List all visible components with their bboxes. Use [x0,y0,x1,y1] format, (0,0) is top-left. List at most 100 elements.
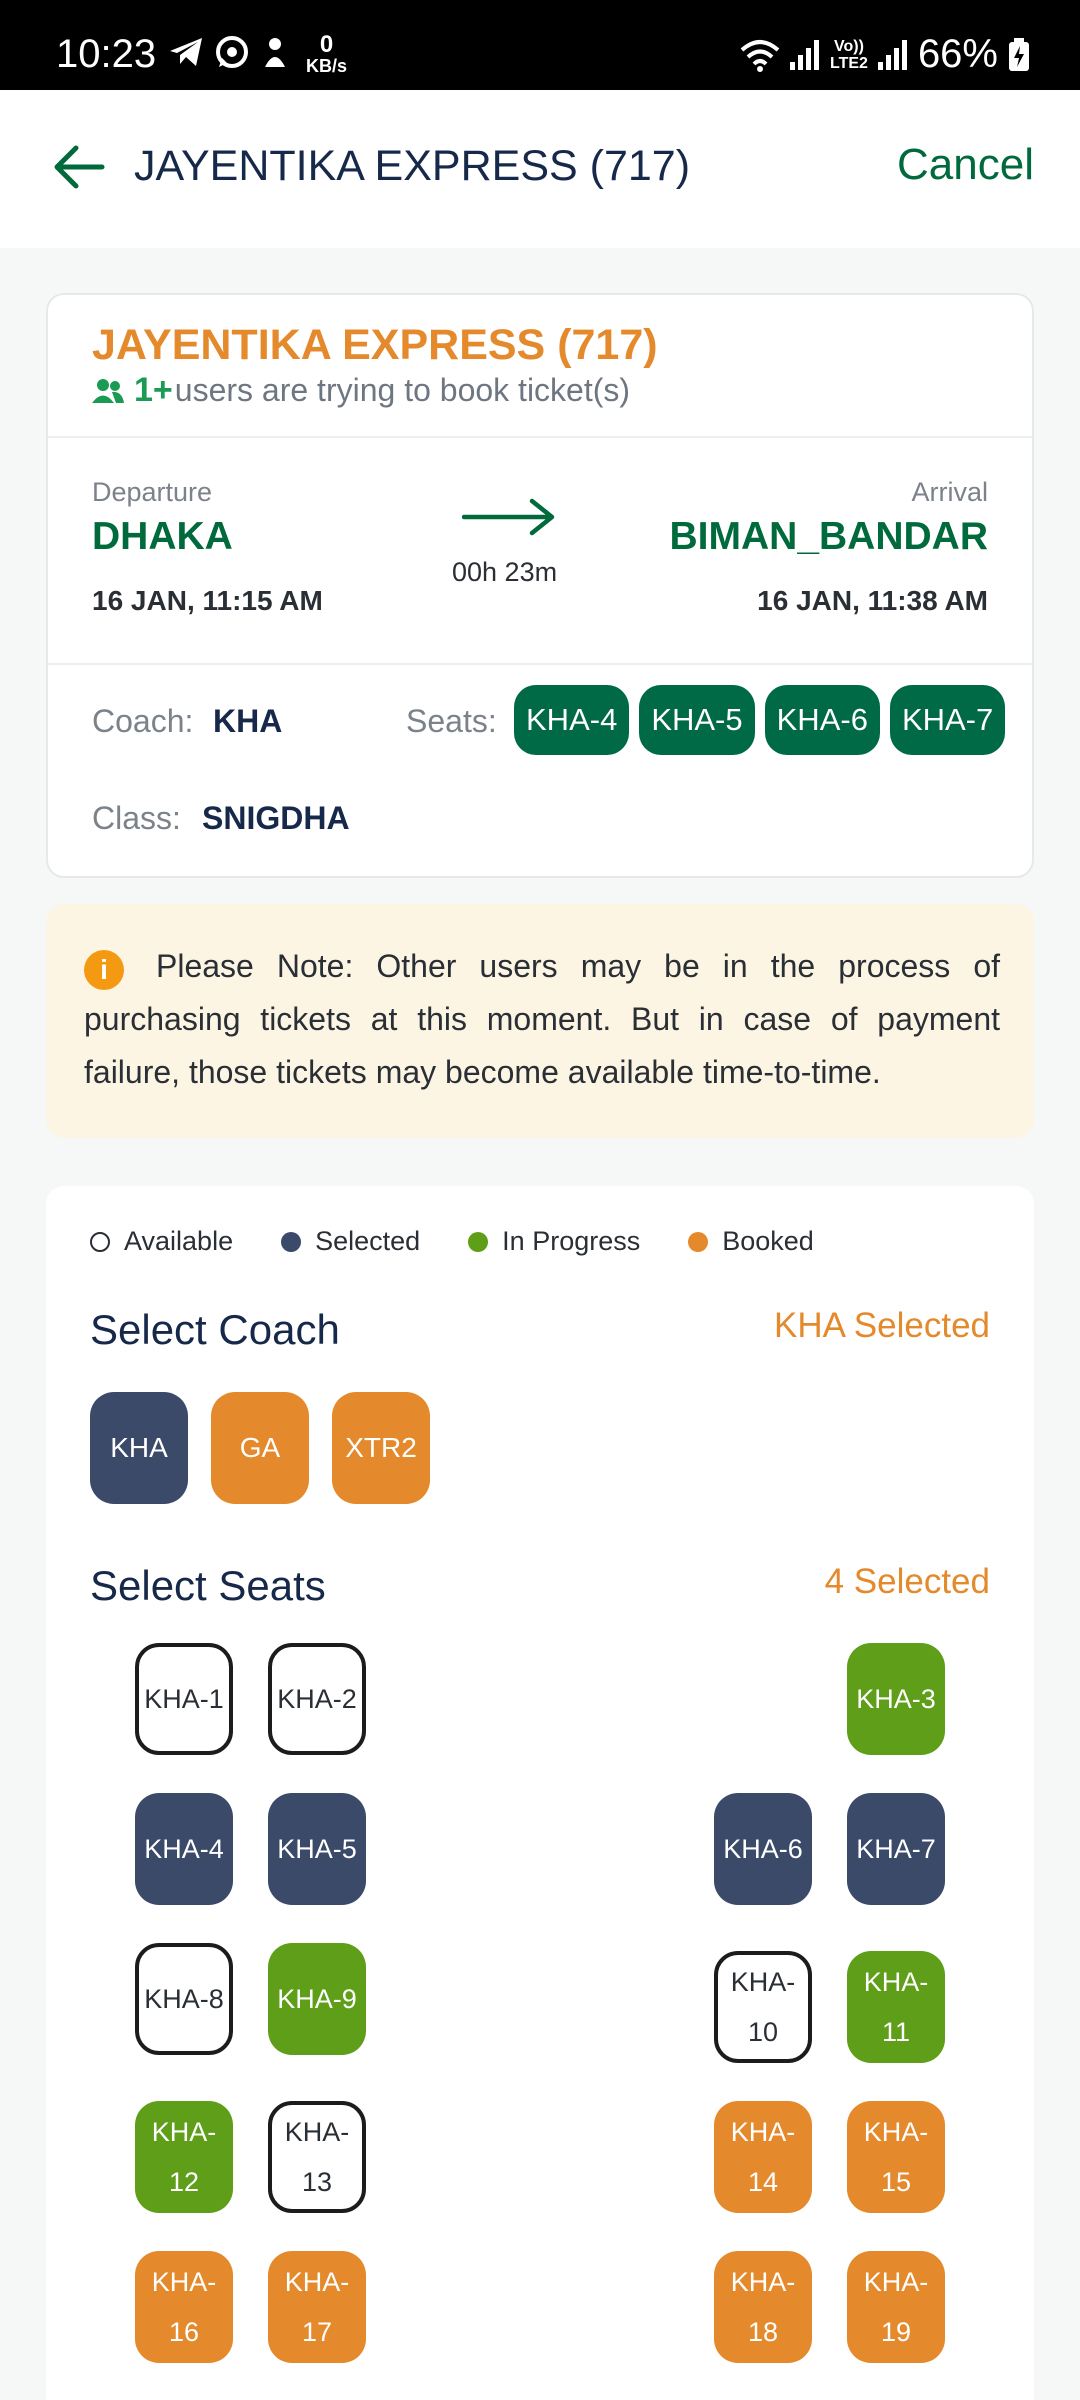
telegram-icon [170,38,202,66]
status-time: 10:23 [56,32,157,76]
seat-kha-1[interactable]: KHA-1 [135,1643,233,1755]
seat-kha-7[interactable]: KHA-7 [847,1793,945,1905]
seat-legend: Available Selected In Progress Booked [90,1226,862,1257]
trip-summary-card: JAYENTIKA EXPRESS (717) 1+ users are try… [46,293,1034,878]
divider [48,663,1032,665]
arrival-station: BIMAN_BANDAR [669,515,989,558]
trip-duration: 00h 23m [452,557,558,587]
legend-available: Available [90,1226,233,1257]
seat-kha-18[interactable]: KHA- 18 [714,2251,812,2363]
train-name: JAYENTIKA EXPRESS (717) [92,321,658,369]
coach-button-kha[interactable]: KHA [90,1392,188,1504]
legend-booked: Booked [688,1226,814,1257]
seat-kha-19[interactable]: KHA- 19 [847,2251,945,2363]
seats-label: Seats: [406,703,497,739]
page-title: JAYENTIKA EXPRESS (717) [134,142,691,190]
departure-time: 16 JAN, 11:15 AM [92,585,323,616]
note-text: Please Note: Other users may be in the p… [84,948,1000,1090]
seat-chip: KHA-5 [639,685,755,755]
seat-kha-16-label: KHA- 16 [151,2267,217,2347]
right-arrow-icon [462,498,555,536]
cancel-button[interactable]: Cancel [897,140,1034,190]
users-text: users are trying to book ticket(s) [174,372,631,408]
seat-kha-18-label: KHA- 18 [730,2267,796,2347]
seat-kha-11-label: KHA- 11 [863,1967,929,2047]
seat-chip: KHA-6 [764,685,880,755]
legend-in-progress-label: In Progress [502,1226,641,1256]
seat-kha-19-label: KHA- 19 [863,2267,929,2347]
seat-kha-15[interactable]: KHA- 15 [847,2101,945,2213]
legend-in-progress: In Progress [468,1226,640,1257]
seat-kha-3[interactable]: KHA-3 [847,1643,945,1755]
signal-icon [790,39,819,70]
seat-chip: KHA-7 [889,685,1006,755]
legend-selected: Selected [281,1226,420,1257]
lte-bottom: LTE2 [830,54,868,72]
users-booking-info: 1+ users are trying to book ticket(s) [92,371,630,410]
network-speed: 0 KB/s [306,31,348,77]
status-system-icons: Vo)) LTE2 66% [740,32,1030,77]
seat-kha-8[interactable]: KHA-8 [135,1943,233,2055]
departure-label: Departure [92,477,213,507]
app-bar: JAYENTIKA EXPRESS (717) Cancel [0,90,1080,248]
status-notification-icons [168,34,290,70]
seat-kha-12-label: KHA- 12 [151,2117,217,2197]
legend-available-label: Available [124,1226,234,1256]
selected-dot-icon [281,1231,302,1252]
seats-selected-status: 4 Selected [824,1562,990,1601]
coach-selected-status: KHA Selected [774,1306,990,1345]
coach-value: KHA [213,703,283,739]
booked-dot-icon [688,1231,709,1252]
available-dot-icon [90,1231,110,1252]
seat-chip: KHA-4 [514,685,630,755]
seat-kha-10[interactable]: KHA- 10 [714,1951,812,2063]
users-count: 1+ [134,371,173,409]
users-icon [92,378,124,403]
select-seats-title: Select Seats [90,1562,326,1609]
seat-kha-11[interactable]: KHA- 11 [847,1951,945,2063]
seat-kha-13-label: KHA- 13 [284,2117,350,2197]
coach-button-xtr2[interactable]: XTR2 [332,1392,430,1504]
seat-kha-15-label: KHA- 15 [863,2117,929,2197]
seat-kha-17-label: KHA- 17 [284,2267,350,2347]
seat-kha-13[interactable]: KHA- 13 [268,2101,366,2213]
selected-seat-chips: KHA-4 KHA-5 KHA-6 KHA-7 [514,685,1006,755]
lte-top: Vo)) [834,37,864,55]
seat-kha-14[interactable]: KHA- 14 [714,2101,812,2213]
seat-kha-2[interactable]: KHA-2 [268,1643,366,1755]
seat-kha-9[interactable]: KHA-9 [268,1943,366,2055]
wifi-icon [740,39,780,72]
in-progress-dot-icon [468,1231,489,1252]
seat-kha-4[interactable]: KHA-4 [135,1793,233,1905]
departure-station: DHAKA [92,515,233,558]
app-notification-icon [265,38,285,67]
status-bar: 10:23 0 KB/s Vo)) LTE2 66% [0,0,1080,90]
seat-selection-card: Available Selected In Progress Booked Se… [46,1186,1034,2400]
seat-kha-16[interactable]: KHA- 16 [135,2251,233,2363]
seat-kha-10-label: KHA- 10 [730,1967,796,2047]
network-speed-value: 0 [319,31,334,58]
coach-button-ga[interactable]: GA [211,1392,309,1504]
network-speed-unit: KB/s [306,56,348,76]
battery-icon [1009,37,1029,71]
lte-indicator: Vo)) LTE2 [830,38,868,72]
seat-kha-17[interactable]: KHA- 17 [268,2251,366,2363]
legend-selected-label: Selected [315,1226,421,1256]
signal-icon-2 [877,39,907,70]
battery-percent: 66% [917,32,998,76]
legend-booked-label: Booked [722,1226,814,1256]
seat-kha-12[interactable]: KHA- 12 [135,2101,233,2213]
seat-kha-6[interactable]: KHA-6 [714,1793,812,1905]
seat-kha-14-label: KHA- 14 [730,2117,796,2197]
select-coach-title: Select Coach [90,1306,340,1353]
divider [48,436,1032,438]
whatsapp-icon [216,36,248,68]
coach-label: Coach: [92,703,194,739]
arrival-label: Arrival [911,477,988,507]
seat-kha-5[interactable]: KHA-5 [268,1793,366,1905]
back-arrow-icon[interactable] [52,140,106,194]
class-label: Class: [92,800,181,836]
arrival-time: 16 JAN, 11:38 AM [757,585,988,616]
payment-note-banner: i Please Note: Other users may be in the… [46,904,1034,1138]
class-value: SNIGDHA [202,800,350,836]
